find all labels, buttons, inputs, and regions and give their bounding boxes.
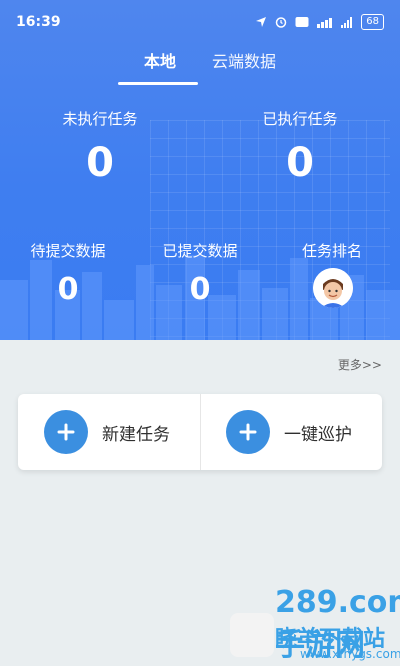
submitted-data-label: 已提交数据 — [162, 242, 238, 260]
one-click-patrol-button[interactable]: 一键巡护 — [226, 394, 352, 470]
plus-icon — [226, 410, 270, 454]
pending-data-label: 待提交数据 — [30, 242, 106, 260]
card-divider — [200, 394, 201, 470]
status-bar: 16:39 68 — [0, 0, 400, 44]
battery-indicator: 68 — [361, 14, 384, 30]
wifi-signal-icon — [341, 16, 353, 28]
tab-bar: 本地 云端数据 — [0, 48, 400, 88]
status-icons: 68 — [255, 14, 384, 30]
unexecuted-tasks-value[interactable]: 0 — [60, 140, 140, 186]
watermark: 289.com手游网 晓羊下载站 www.xfhygs.com — [230, 585, 400, 666]
location-arrow-icon — [255, 16, 267, 28]
pending-data-value[interactable]: 0 — [26, 272, 110, 307]
hd-icon — [295, 16, 309, 28]
watermark-line3: www.xfhygs.com — [300, 647, 400, 661]
unexecuted-tasks-label: 未执行任务 — [62, 110, 138, 128]
executed-tasks-value[interactable]: 0 — [260, 140, 340, 186]
tab-local[interactable]: 本地 — [144, 48, 176, 72]
submitted-data-value[interactable]: 0 — [158, 272, 242, 307]
one-click-patrol-label: 一键巡护 — [284, 424, 352, 445]
quick-actions-card: 新建任务 一键巡护 — [18, 394, 382, 470]
tab-cloud-data[interactable]: 云端数据 — [212, 48, 276, 72]
plus-icon — [44, 410, 88, 454]
5g-signal-icon — [317, 16, 333, 28]
active-tab-underline — [118, 82, 198, 85]
alarm-icon — [275, 16, 287, 28]
new-task-label: 新建任务 — [102, 424, 170, 445]
hero-panel: 16:39 68 本地 云端数据 未执行任务 0 已执行任务 0 待提交数据 0… — [0, 0, 400, 340]
executed-tasks-label: 已执行任务 — [262, 110, 338, 128]
status-time: 16:39 — [16, 14, 61, 30]
task-ranking-label: 任务排名 — [301, 242, 362, 260]
more-link[interactable]: 更多>> — [338, 356, 382, 373]
watermark-logo — [230, 613, 274, 657]
new-task-button[interactable]: 新建任务 — [44, 394, 170, 470]
avatar[interactable] — [313, 268, 353, 308]
